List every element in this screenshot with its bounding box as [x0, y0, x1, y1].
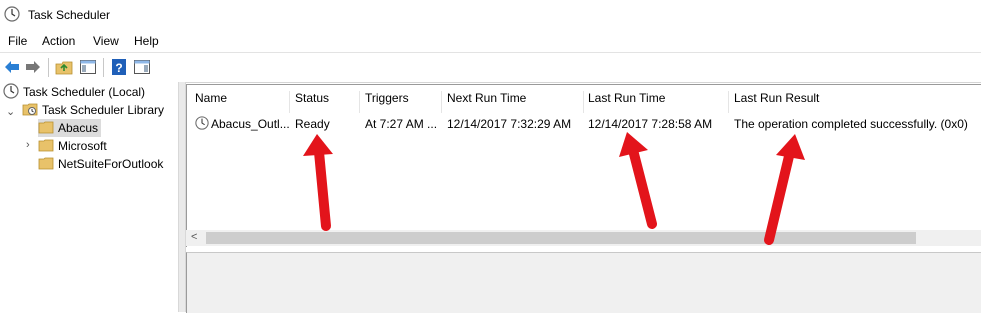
column-divider[interactable]: [728, 91, 729, 113]
help-icon[interactable]: ?: [110, 58, 128, 76]
column-header-last-run-result[interactable]: Last Run Result: [734, 91, 819, 113]
tree-item-label: Microsoft: [58, 139, 107, 153]
tree-item-netsuiteforoutlook[interactable]: NetSuiteForOutlook: [38, 155, 163, 173]
menu-file[interactable]: File: [8, 34, 27, 48]
show-hide-action-pane-icon[interactable]: [133, 58, 151, 76]
window-title: Task Scheduler: [28, 8, 111, 22]
library-folder-icon: [22, 101, 38, 120]
column-divider[interactable]: [441, 91, 442, 113]
toolbar: ?: [0, 52, 981, 83]
clock-icon: [3, 82, 19, 102]
horizontal-scrollbar[interactable]: <: [186, 230, 981, 246]
toolbar-separator: [103, 58, 104, 77]
chevron-down-icon[interactable]: ⌄: [6, 105, 15, 118]
tree-item-microsoft[interactable]: Microsoft: [38, 137, 107, 155]
task-last-result-cell: The operation completed successfully. (0…: [734, 117, 968, 131]
task-status-cell: Ready: [295, 117, 330, 131]
column-divider[interactable]: [289, 91, 290, 113]
show-hide-console-tree-icon[interactable]: [79, 58, 97, 76]
scrollbar-thumb[interactable]: [206, 232, 916, 244]
column-header-name[interactable]: Name: [195, 91, 227, 113]
task-clock-icon: [195, 116, 209, 133]
folder-icon: [38, 137, 54, 156]
menu-view[interactable]: View: [93, 34, 119, 48]
console-tree: Task Scheduler (Local) ⌄ Task Scheduler …: [0, 82, 178, 312]
task-details-pane: [186, 252, 981, 313]
menu-action[interactable]: Action: [42, 34, 75, 48]
tree-item-label: Task Scheduler Library: [42, 103, 165, 117]
tree-item-task-scheduler-library[interactable]: Task Scheduler Library: [22, 101, 164, 119]
task-name-cell: Abacus_Outl...: [211, 117, 290, 131]
column-divider[interactable]: [583, 91, 584, 113]
task-list: Name Status Triggers Next Run Time Last …: [186, 84, 981, 247]
tree-item-label: Task Scheduler (Local): [23, 85, 146, 99]
title-bar: Task Scheduler: [0, 0, 981, 30]
up-folder-icon[interactable]: [55, 58, 73, 76]
folder-icon: [38, 155, 54, 174]
chevron-right-icon[interactable]: ›: [26, 139, 30, 151]
task-last-run-cell: 12/14/2017 7:28:58 AM: [588, 117, 713, 131]
column-header-triggers[interactable]: Triggers: [365, 91, 409, 113]
tree-item-task-scheduler-local[interactable]: Task Scheduler (Local): [3, 82, 146, 102]
svg-text:?: ?: [115, 61, 122, 75]
tree-item-label: NetSuiteForOutlook: [58, 157, 164, 171]
forward-arrow-icon[interactable]: [24, 58, 42, 76]
tree-item-label: Abacus: [58, 121, 99, 135]
pane-splitter[interactable]: [178, 82, 186, 312]
column-header-next-run-time[interactable]: Next Run Time: [447, 91, 526, 113]
toolbar-separator: [48, 58, 49, 77]
tree-item-abacus[interactable]: Abacus: [38, 119, 102, 138]
menu-bar: File Action View Help: [0, 30, 981, 52]
column-header-status[interactable]: Status: [295, 91, 329, 113]
clock-icon: [4, 6, 20, 25]
task-triggers-cell: At 7:27 AM ...: [365, 117, 438, 131]
column-header-last-run-time[interactable]: Last Run Time: [588, 91, 665, 113]
back-arrow-icon[interactable]: [3, 58, 21, 76]
column-divider[interactable]: [359, 91, 360, 113]
menu-help[interactable]: Help: [134, 34, 159, 48]
scroll-left-icon[interactable]: <: [191, 231, 197, 243]
folder-icon: [38, 119, 54, 138]
task-next-run-cell: 12/14/2017 7:32:29 AM: [447, 117, 572, 131]
